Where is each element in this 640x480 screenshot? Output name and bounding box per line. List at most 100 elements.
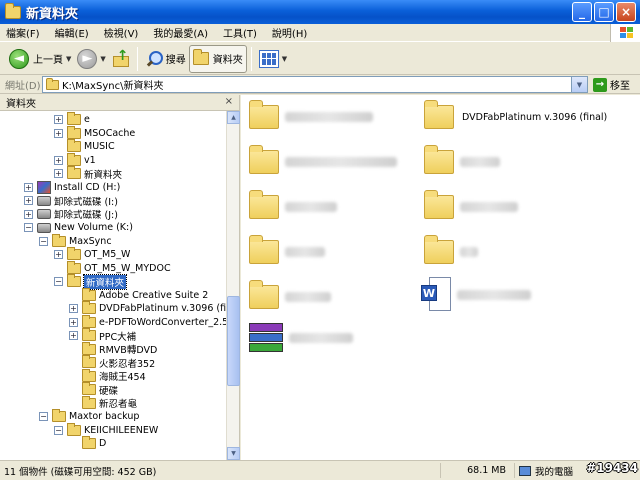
tree-item[interactable]: 新忍者龜 <box>69 395 137 410</box>
folder-tree: + e + MSOCache MUSIC + v1 + 新資料夾 + Install CD (H:)… <box>0 111 226 460</box>
folder-item[interactable] <box>249 145 397 174</box>
expand-icon[interactable]: + <box>24 182 33 192</box>
tree-item[interactable]: 火影忍者352 <box>69 355 155 370</box>
menu-favorites[interactable]: 我的最愛(A) <box>153 25 208 40</box>
tree-item-label: v1 <box>84 154 96 166</box>
tree-item[interactable]: + 新資料夾 <box>54 166 122 181</box>
collapse-icon[interactable]: − <box>54 425 63 435</box>
menu-file[interactable]: 檔案(F) <box>6 25 40 40</box>
tree-item[interactable]: + OT_M5_W <box>54 247 130 261</box>
tree-item-label: MaxSync <box>69 235 112 247</box>
vertical-scrollbar[interactable]: ▲ ▼ <box>226 111 240 460</box>
tree-item[interactable]: + e <box>54 112 90 126</box>
tree-item[interactable]: + 卸除式磁碟 (J:) <box>24 208 118 221</box>
expand-icon[interactable]: + <box>54 169 63 178</box>
redacted-label <box>285 202 337 212</box>
address-bar: 網址(D) K:\MaxSync\新資料夾 ▼ → 移至 <box>0 76 640 94</box>
title-bar[interactable]: 新資料夾 _ □ × <box>0 0 640 24</box>
expand-icon[interactable]: + <box>54 155 63 165</box>
tree-item[interactable]: − Maxtor backup <box>39 409 139 423</box>
tree-item[interactable]: OT_M5_W_MYDOC <box>54 260 171 275</box>
tree-item[interactable]: MUSIC <box>54 139 115 153</box>
folders-button[interactable]: 資料夾 <box>188 44 247 73</box>
expand-icon[interactable]: + <box>69 304 78 313</box>
collapse-icon[interactable]: − <box>39 236 48 246</box>
back-button[interactable]: ◄ 上一頁 ▼ <box>6 46 74 72</box>
menu-view[interactable]: 檢視(V) <box>104 25 139 40</box>
expand-icon[interactable]: + <box>54 250 63 259</box>
close-icon[interactable]: × <box>225 96 233 107</box>
tree-item[interactable]: + DVDFabPlatinum v.3096 (final) <box>69 301 226 315</box>
tree-item[interactable]: − KEIICHILEENEW <box>54 422 159 437</box>
redacted-label <box>285 157 397 167</box>
folder-item[interactable]: DVDFabPlatinum v.3096 (final) <box>424 100 607 129</box>
up-button[interactable]: ↑ <box>109 46 133 72</box>
folder-item[interactable] <box>424 190 518 219</box>
search-button[interactable]: 搜尋 <box>142 46 189 72</box>
file-item[interactable]: W <box>421 277 531 313</box>
chevron-down-icon[interactable]: ▼ <box>66 55 71 63</box>
close-button[interactable]: × <box>616 2 636 22</box>
redacted-label <box>285 112 373 122</box>
tree-item[interactable]: D <box>69 436 106 450</box>
folder-icon <box>67 125 81 139</box>
tree-item[interactable]: − 新資料夾 <box>54 273 128 290</box>
collapse-icon[interactable]: − <box>24 223 33 232</box>
expand-icon[interactable]: + <box>24 196 33 205</box>
go-button[interactable]: → 移至 <box>593 77 630 92</box>
tree-item[interactable]: + Install CD (H:) <box>24 180 120 194</box>
folder-icon <box>82 328 96 341</box>
scroll-down-button[interactable]: ▼ <box>227 447 240 460</box>
maximize-button[interactable]: □ <box>594 2 614 22</box>
tree-item-label: e <box>84 114 90 125</box>
tree-item-label: DVDFabPlatinum v.3096 (final) <box>99 303 226 314</box>
expand-icon[interactable]: + <box>69 331 78 340</box>
expand-icon[interactable]: + <box>54 128 63 138</box>
file-item[interactable] <box>249 323 353 353</box>
chevron-down-icon[interactable]: ▼ <box>100 55 105 63</box>
collapse-icon[interactable]: − <box>54 277 63 286</box>
folder-item[interactable] <box>424 145 500 174</box>
scroll-up-button[interactable]: ▲ <box>227 111 240 124</box>
chevron-down-icon[interactable]: ▼ <box>282 55 287 63</box>
address-input[interactable]: K:\MaxSync\新資料夾 ▼ <box>42 76 588 93</box>
tree-item[interactable]: + 卸除式磁碟 (I:) <box>24 194 118 208</box>
folder-item[interactable] <box>424 235 478 264</box>
collapse-icon[interactable]: − <box>39 412 48 421</box>
tree-item[interactable]: + v1 <box>54 152 96 167</box>
expand-icon[interactable]: + <box>69 317 78 327</box>
tree-item[interactable]: 硬碟 <box>69 382 118 397</box>
views-button[interactable]: ▼ <box>256 46 290 72</box>
tree-item[interactable]: − MaxSync <box>39 233 112 248</box>
file-list: DVDFabPlatinum v.3096 (final) W <box>241 95 640 460</box>
folder-icon <box>67 139 81 152</box>
expand-icon[interactable]: + <box>24 209 33 219</box>
folder-pane-title: 資料夾 <box>6 99 36 110</box>
folder-item[interactable] <box>249 100 373 129</box>
folder-icon <box>424 235 454 264</box>
folder-item[interactable] <box>249 235 325 264</box>
chevron-down-icon[interactable]: ▼ <box>571 77 587 92</box>
folder-icon <box>67 274 81 287</box>
expand-icon[interactable]: + <box>54 115 63 124</box>
tree-item[interactable]: 海賊王454 <box>69 368 146 383</box>
menu-edit[interactable]: 編輯(E) <box>55 25 89 40</box>
scroll-thumb[interactable] <box>227 296 240 386</box>
redacted-label <box>285 292 331 302</box>
menu-tools[interactable]: 工具(T) <box>223 25 257 40</box>
tree-item[interactable]: + MSOCache <box>54 125 135 140</box>
tree-item[interactable]: Adobe Creative Suite 2 <box>69 287 208 302</box>
tree-item[interactable]: + e-PDFToWordConverter_2.5 <box>69 314 226 329</box>
forward-button[interactable]: ► ▼ <box>74 46 108 72</box>
redacted-label <box>460 247 478 257</box>
tree-item-label: KEIICHILEENEW <box>84 424 159 436</box>
toolbar-divider <box>136 46 138 71</box>
tree-item[interactable]: RMVB轉DVD <box>69 341 157 356</box>
folder-item[interactable] <box>249 190 337 219</box>
folder-item[interactable] <box>249 280 331 309</box>
tree-item[interactable]: − New Volume (K:) <box>24 221 133 234</box>
menu-help[interactable]: 說明(H) <box>272 25 307 40</box>
back-label: 上一頁 <box>33 55 63 66</box>
minimize-button[interactable]: _ <box>572 2 592 22</box>
tree-item[interactable]: + PPC大補 <box>69 328 136 343</box>
